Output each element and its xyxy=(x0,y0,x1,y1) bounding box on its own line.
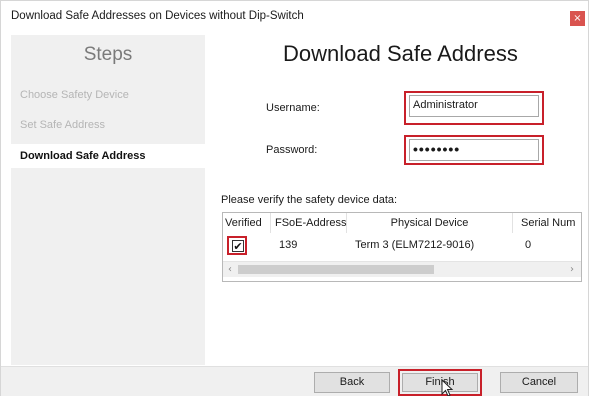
step-download-safe-address[interactable]: Download Safe Address xyxy=(11,144,205,168)
close-button[interactable]: × xyxy=(570,11,585,26)
finish-button[interactable]: Finish xyxy=(402,373,478,392)
horizontal-scrollbar[interactable]: ‹ › xyxy=(223,261,581,277)
steps-title: Steps xyxy=(83,44,133,65)
page-title: Download Safe Address xyxy=(283,41,518,66)
username-label: Username: xyxy=(266,102,320,114)
close-icon: × xyxy=(573,13,582,24)
column-header-fsoe-address[interactable]: FSoE-Address xyxy=(271,213,347,233)
password-label: Password: xyxy=(266,144,318,156)
device-data-grid: Verified FSoE-Address Physical Device Se… xyxy=(222,212,582,282)
scroll-thumb[interactable] xyxy=(238,265,434,274)
verify-instruction: Please verify the safety device data: xyxy=(221,194,398,206)
window-title: Download Safe Addresses on Devices witho… xyxy=(11,10,304,22)
step-choose-safety-device[interactable]: Choose Safety Device xyxy=(11,83,205,107)
title-bar: Download Safe Addresses on Devices witho… xyxy=(1,1,588,31)
step-set-safe-address[interactable]: Set Safe Address xyxy=(11,113,205,137)
column-header-serial[interactable]: Serial Num xyxy=(513,213,581,233)
mouse-cursor-icon xyxy=(441,379,454,396)
password-input[interactable]: •••••••• xyxy=(409,139,539,161)
verified-checkbox[interactable]: ✔ xyxy=(232,240,244,252)
cell-serial: 0 xyxy=(525,239,532,251)
verified-highlight: ✔ xyxy=(227,236,247,255)
column-header-physical-device[interactable]: Physical Device xyxy=(347,213,513,233)
username-input[interactable]: Administrator xyxy=(409,95,539,117)
cell-physical-device: Term 3 (ELM7212-9016) xyxy=(355,239,475,251)
scroll-left-icon[interactable]: ‹ xyxy=(223,262,237,278)
steps-sidebar: Steps Choose Safety Device Set Safe Addr… xyxy=(11,35,205,365)
grid-header: Verified FSoE-Address Physical Device Se… xyxy=(223,213,581,233)
scroll-right-icon[interactable]: › xyxy=(565,262,579,278)
back-button[interactable]: Back xyxy=(314,372,390,393)
cancel-button[interactable]: Cancel xyxy=(500,372,578,393)
column-header-verified[interactable]: Verified xyxy=(223,213,271,233)
cell-fsoe-address: 139 xyxy=(279,239,298,251)
dialog-window: Download Safe Addresses on Devices witho… xyxy=(0,0,589,396)
table-row[interactable]: ✔ 139 Term 3 (ELM7212-9016) 0 xyxy=(223,235,581,255)
checkmark-icon: ✔ xyxy=(233,240,243,253)
